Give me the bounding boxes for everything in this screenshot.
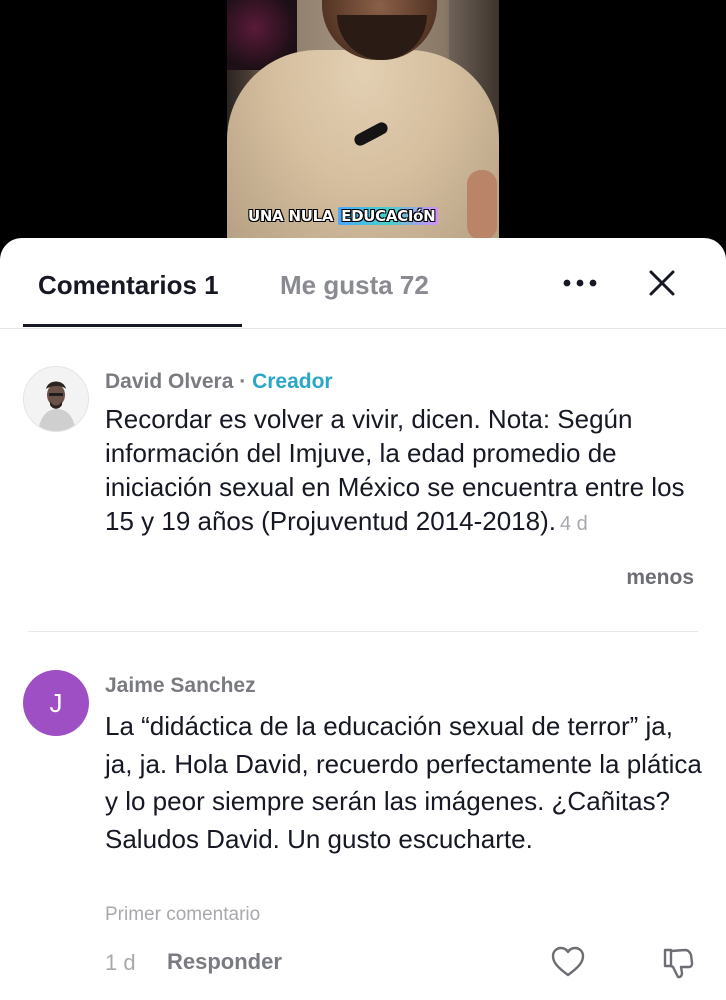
show-less-link[interactable]: menos	[626, 566, 694, 590]
comments-sheet: Comentarios 1 Me gusta 72 David Olvera ·…	[0, 238, 726, 1000]
comment-author[interactable]: Jaime Sanchez	[105, 674, 256, 697]
avatar[interactable]	[23, 366, 89, 432]
first-comment-tag: Primer comentario	[105, 904, 261, 925]
comment-timestamp: 1 d	[105, 950, 136, 975]
comment-text: La “didáctica de la educación sexual de …	[105, 711, 702, 854]
close-icon	[649, 270, 675, 296]
caption-word: UNA	[248, 207, 284, 225]
comment-text-container: La “didáctica de la educación sexual de …	[105, 708, 705, 858]
avatar[interactable]: J	[23, 670, 89, 736]
active-tab-indicator	[23, 324, 242, 327]
more-options-button[interactable]	[560, 268, 600, 298]
comments-tab-bar: Comentarios 1 Me gusta 72	[0, 238, 726, 329]
video-caption: UNA NULA EDUCACIóN	[248, 207, 439, 225]
user-photo-icon	[24, 367, 88, 431]
caption-word: NULA	[288, 207, 334, 225]
comment-author[interactable]: David Olvera	[105, 370, 233, 393]
thumbs-down-icon	[663, 948, 694, 979]
reply-button[interactable]: Responder	[167, 949, 282, 975]
tab-likes[interactable]: Me gusta 72	[280, 270, 429, 301]
comment-author-line: David Olvera · Creador	[105, 370, 333, 394]
comment-actions: 1 d Responder	[105, 946, 705, 980]
caption-word-highlight: EDUCACIóN	[338, 207, 439, 225]
comment-text: Recordar es volver a vivir, dicen. Nota:…	[105, 404, 685, 536]
divider	[28, 631, 698, 632]
comment-timestamp: 4 d	[559, 513, 588, 535]
more-horizontal-icon	[563, 279, 597, 287]
creator-badge: Creador	[252, 370, 333, 393]
heart-icon	[551, 946, 585, 977]
dislike-button[interactable]	[661, 946, 697, 980]
like-button[interactable]	[551, 946, 587, 980]
comment-text-container: Recordar es volver a vivir, dicen. Nota:…	[105, 402, 705, 541]
author-separator: ·	[233, 370, 253, 393]
avatar-initial: J	[49, 687, 63, 718]
video-player[interactable]: UNA NULA EDUCACIóN	[0, 0, 726, 250]
close-button[interactable]	[645, 266, 679, 300]
tab-comments[interactable]: Comentarios 1	[38, 270, 219, 301]
comment-author-line: Jaime Sanchez	[105, 674, 256, 698]
